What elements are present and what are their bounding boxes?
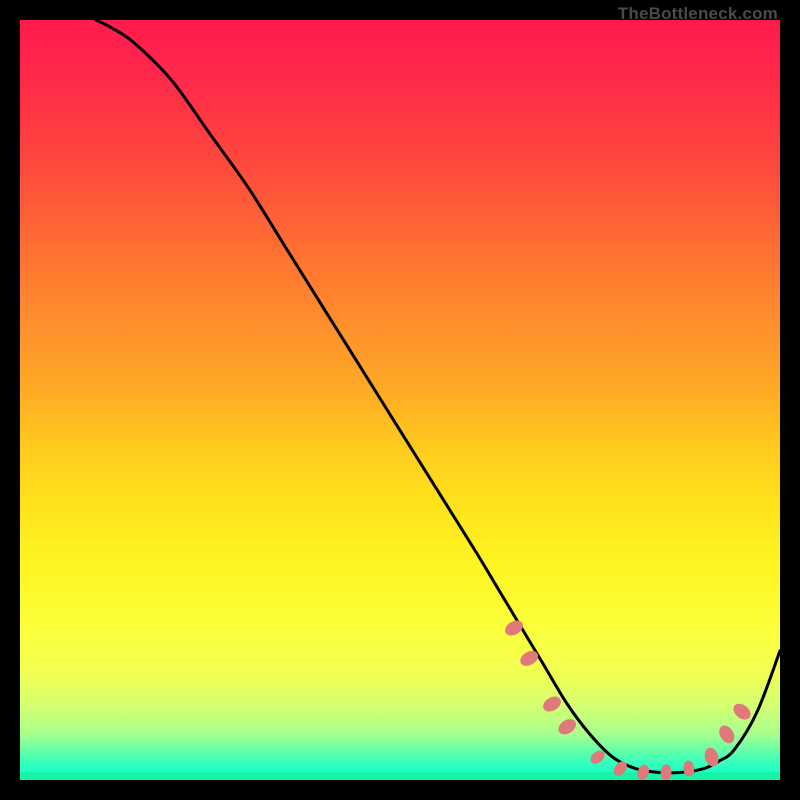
data-marker bbox=[518, 648, 541, 669]
plot-area bbox=[20, 20, 780, 780]
data-marker bbox=[716, 723, 737, 746]
data-marker bbox=[502, 617, 525, 638]
chart-frame: TheBottleneck.com bbox=[0, 0, 800, 800]
data-marker bbox=[730, 701, 753, 723]
data-marker bbox=[556, 716, 579, 738]
bottleneck-curve bbox=[96, 20, 780, 773]
data-marker bbox=[540, 693, 563, 714]
data-markers-group bbox=[502, 617, 753, 780]
data-marker bbox=[703, 746, 721, 768]
curve-svg bbox=[20, 20, 780, 780]
